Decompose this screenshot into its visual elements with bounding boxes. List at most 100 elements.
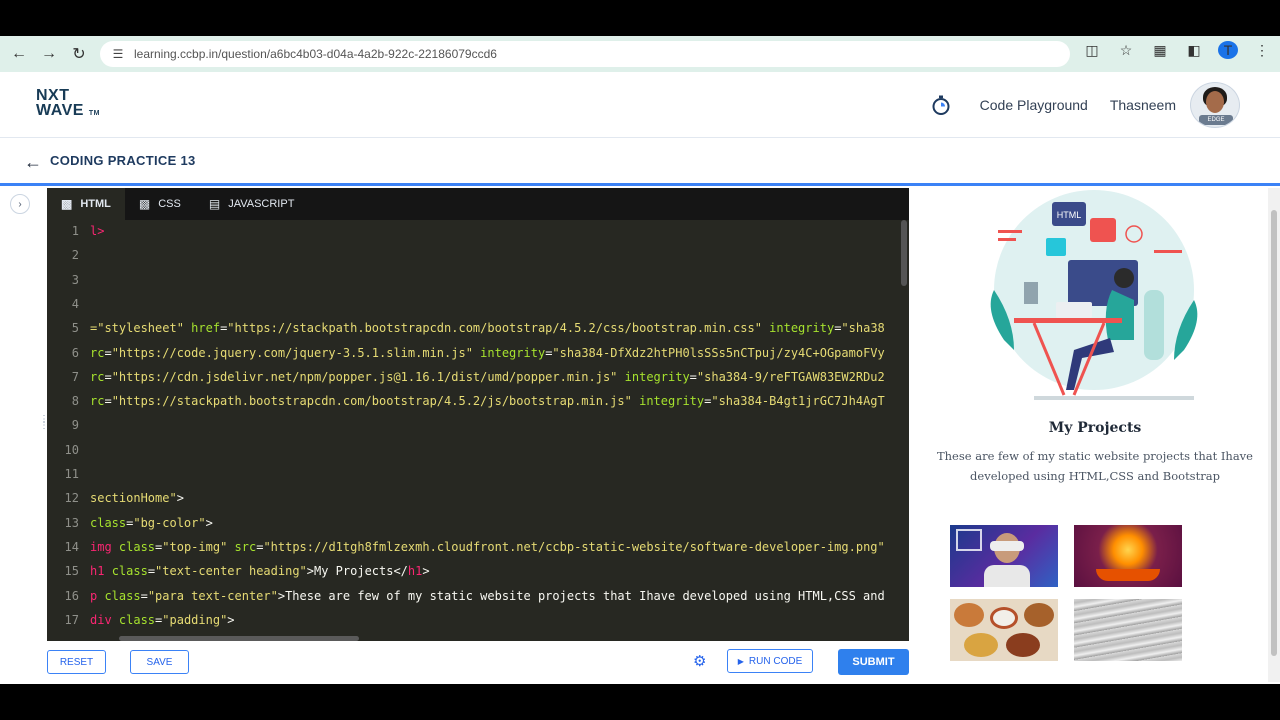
tab-css[interactable]: ▩ CSS bbox=[125, 188, 195, 220]
code-token: "sha38 bbox=[841, 321, 885, 336]
code-playground-link[interactable]: Code Playground bbox=[980, 97, 1088, 113]
code-line[interactable]: 8 rc="https://stackpath.bootstrapcdn.com/… bbox=[47, 394, 885, 412]
install-app-icon[interactable]: ◫ bbox=[1082, 42, 1102, 59]
project-thumbnail-newspapers[interactable] bbox=[1074, 599, 1182, 661]
code-area[interactable]: 1 l> 2 3 4 5 ="stylesheet" href="https://stack… bbox=[47, 220, 909, 641]
code-token: integrity bbox=[624, 369, 690, 384]
code-token: "https://cdn.jsdelivr.net/npm/popper.js@… bbox=[111, 369, 625, 384]
submit-button[interactable]: SUBMIT bbox=[838, 649, 909, 675]
code-token: href bbox=[191, 321, 221, 336]
back-arrow-icon[interactable]: ← bbox=[4, 39, 34, 69]
back-icon[interactable]: ← bbox=[24, 152, 42, 173]
run-code-button[interactable]: ▶ RUN CODE bbox=[727, 649, 813, 673]
code-line[interactable]: 11 bbox=[47, 467, 90, 485]
code-text: rc="https://stackpath.bootstrapcdn.com/b… bbox=[90, 394, 885, 412]
url-text: learning.ccbp.in/question/a6bc4b03-d04a-… bbox=[134, 47, 497, 61]
editor-horizontal-scrollbar[interactable] bbox=[119, 636, 359, 641]
line-number: 8 bbox=[71, 394, 79, 409]
reset-button[interactable]: RESET bbox=[47, 650, 106, 674]
screen-bottom-black-bar bbox=[0, 684, 1280, 720]
settings-gear-icon[interactable]: ⚙ bbox=[693, 652, 706, 670]
browser-menu-icon[interactable]: ⋮ bbox=[1252, 42, 1272, 59]
tab-javascript[interactable]: ▤ JAVASCRIPT bbox=[195, 188, 309, 220]
project-thumbnail-food[interactable] bbox=[950, 599, 1058, 661]
code-line[interactable]: 2 bbox=[47, 248, 90, 266]
reload-icon[interactable]: ↻ bbox=[64, 39, 94, 69]
user-avatar[interactable]: EDGE bbox=[1190, 82, 1240, 128]
code-editor[interactable]: ▩ HTML ▩ CSS ▤ JAVASCRIPT 1 l> 2 3 4 5 ="style… bbox=[47, 188, 909, 641]
code-line[interactable]: 1 l> bbox=[47, 224, 105, 242]
edge-badge: EDGE bbox=[1199, 115, 1233, 125]
line-number: 4 bbox=[71, 296, 79, 311]
timer-icon[interactable] bbox=[930, 94, 952, 116]
code-token: >These are few of my static website proj… bbox=[277, 588, 885, 603]
output-preview: HTML My Projects These are few of my sta… bbox=[922, 188, 1268, 682]
code-line[interactable]: 10 bbox=[47, 443, 90, 461]
line-number: 10 bbox=[64, 442, 79, 457]
code-token: rc bbox=[90, 369, 105, 384]
editor-vertical-scrollbar[interactable] bbox=[901, 220, 907, 286]
code-text: div class="padding"> bbox=[90, 613, 235, 631]
browser-toolbar: ← → ↻ ☰ learning.ccbp.in/question/a6bc4b… bbox=[0, 36, 1280, 72]
code-token: = bbox=[104, 394, 112, 409]
app-header: NXT WAVE TM Code Playground Thasneem EDG… bbox=[0, 72, 1280, 138]
tab-html[interactable]: ▩ HTML bbox=[47, 188, 125, 220]
preview-scrollbar[interactable] bbox=[1268, 188, 1280, 682]
line-number: 7 bbox=[71, 369, 79, 384]
code-token: class bbox=[104, 588, 141, 603]
save-button[interactable]: SAVE bbox=[130, 650, 189, 674]
code-text: sectionHome"> bbox=[90, 491, 184, 509]
code-token: > bbox=[227, 612, 235, 627]
code-line[interactable]: 4 bbox=[47, 297, 90, 315]
code-line[interactable]: 16 p class="para text-center">These are f… bbox=[47, 589, 885, 607]
illustration-html-label: HTML bbox=[1057, 210, 1082, 220]
tab-html-label: HTML bbox=[80, 198, 111, 210]
code-token: "https://stackpath.bootstrapcdn.com/boot… bbox=[111, 394, 640, 409]
code-token: ="stylesheet" bbox=[90, 321, 192, 336]
address-bar[interactable]: ☰ learning.ccbp.in/question/a6bc4b03-d04… bbox=[100, 41, 1070, 67]
code-line[interactable]: 17 div class="padding"> bbox=[47, 613, 235, 631]
run-code-label: RUN CODE bbox=[748, 655, 803, 667]
code-line[interactable]: 9 bbox=[47, 418, 90, 436]
line-number: 2 bbox=[71, 248, 79, 263]
css3-icon: ▩ bbox=[138, 197, 151, 211]
code-line[interactable]: 3 bbox=[47, 273, 90, 291]
code-text: img class="top-img" src="https://d1tgh8f… bbox=[90, 540, 885, 558]
code-token: = bbox=[104, 369, 112, 384]
code-text: l> bbox=[90, 224, 104, 242]
line-number: 5 bbox=[71, 321, 79, 336]
code-text: class="bg-color"> bbox=[90, 516, 213, 534]
code-line[interactable]: 12 sectionHome"> bbox=[47, 491, 184, 509]
page: NXT WAVE TM Code Playground Thasneem EDG… bbox=[0, 72, 1280, 684]
profile-avatar[interactable]: T bbox=[1218, 41, 1238, 59]
line-number: 1 bbox=[71, 224, 79, 238]
code-token: "sha384-9/reFTGAW83EW2RDu2 bbox=[696, 369, 885, 384]
nxtwave-logo[interactable]: NXT WAVE TM bbox=[36, 88, 100, 121]
js-file-icon: ▤ bbox=[208, 197, 221, 211]
bookmark-star-icon[interactable]: ☆ bbox=[1116, 42, 1136, 59]
code-line[interactable]: 15 h1 class="text-center heading">My Proj… bbox=[47, 564, 430, 582]
code-token: rc bbox=[90, 345, 105, 360]
extensions-icon[interactable]: ▦ bbox=[1150, 42, 1170, 59]
code-line[interactable]: 13 class="bg-color"> bbox=[47, 516, 213, 534]
code-token: "bg-color" bbox=[133, 515, 206, 530]
forward-arrow-icon[interactable]: → bbox=[34, 39, 64, 69]
code-token: "para text-center" bbox=[147, 588, 278, 603]
logo-tm: TM bbox=[88, 110, 100, 117]
tab-javascript-label: JAVASCRIPT bbox=[228, 198, 295, 210]
play-icon: ▶ bbox=[737, 656, 744, 666]
site-info-icon[interactable]: ☰ bbox=[110, 46, 126, 62]
code-line[interactable]: 5 ="stylesheet" href="https://stackpath.b… bbox=[47, 321, 885, 339]
line-number: 17 bbox=[64, 612, 79, 627]
code-token: class bbox=[90, 515, 127, 530]
html5-icon: ▩ bbox=[61, 197, 73, 211]
project-thumbnail-vr[interactable] bbox=[950, 525, 1058, 587]
project-thumbnail-diwali[interactable] bbox=[1074, 525, 1182, 587]
line-number: 15 bbox=[64, 564, 79, 579]
code-line[interactable]: 7 rc="https://cdn.jsdelivr.net/npm/popper… bbox=[47, 370, 885, 388]
expand-sidebar-chevron-icon[interactable]: › bbox=[10, 194, 30, 214]
code-line[interactable]: 6 rc="https://code.jquery.com/jquery-3.5.… bbox=[47, 346, 885, 364]
side-panel-icon[interactable]: ◧ bbox=[1184, 42, 1204, 59]
code-line[interactable]: 14 img class="top-img" src="https://d1tgh… bbox=[47, 540, 885, 558]
code-text: h1 class="text-center heading">My Projec… bbox=[90, 564, 430, 582]
